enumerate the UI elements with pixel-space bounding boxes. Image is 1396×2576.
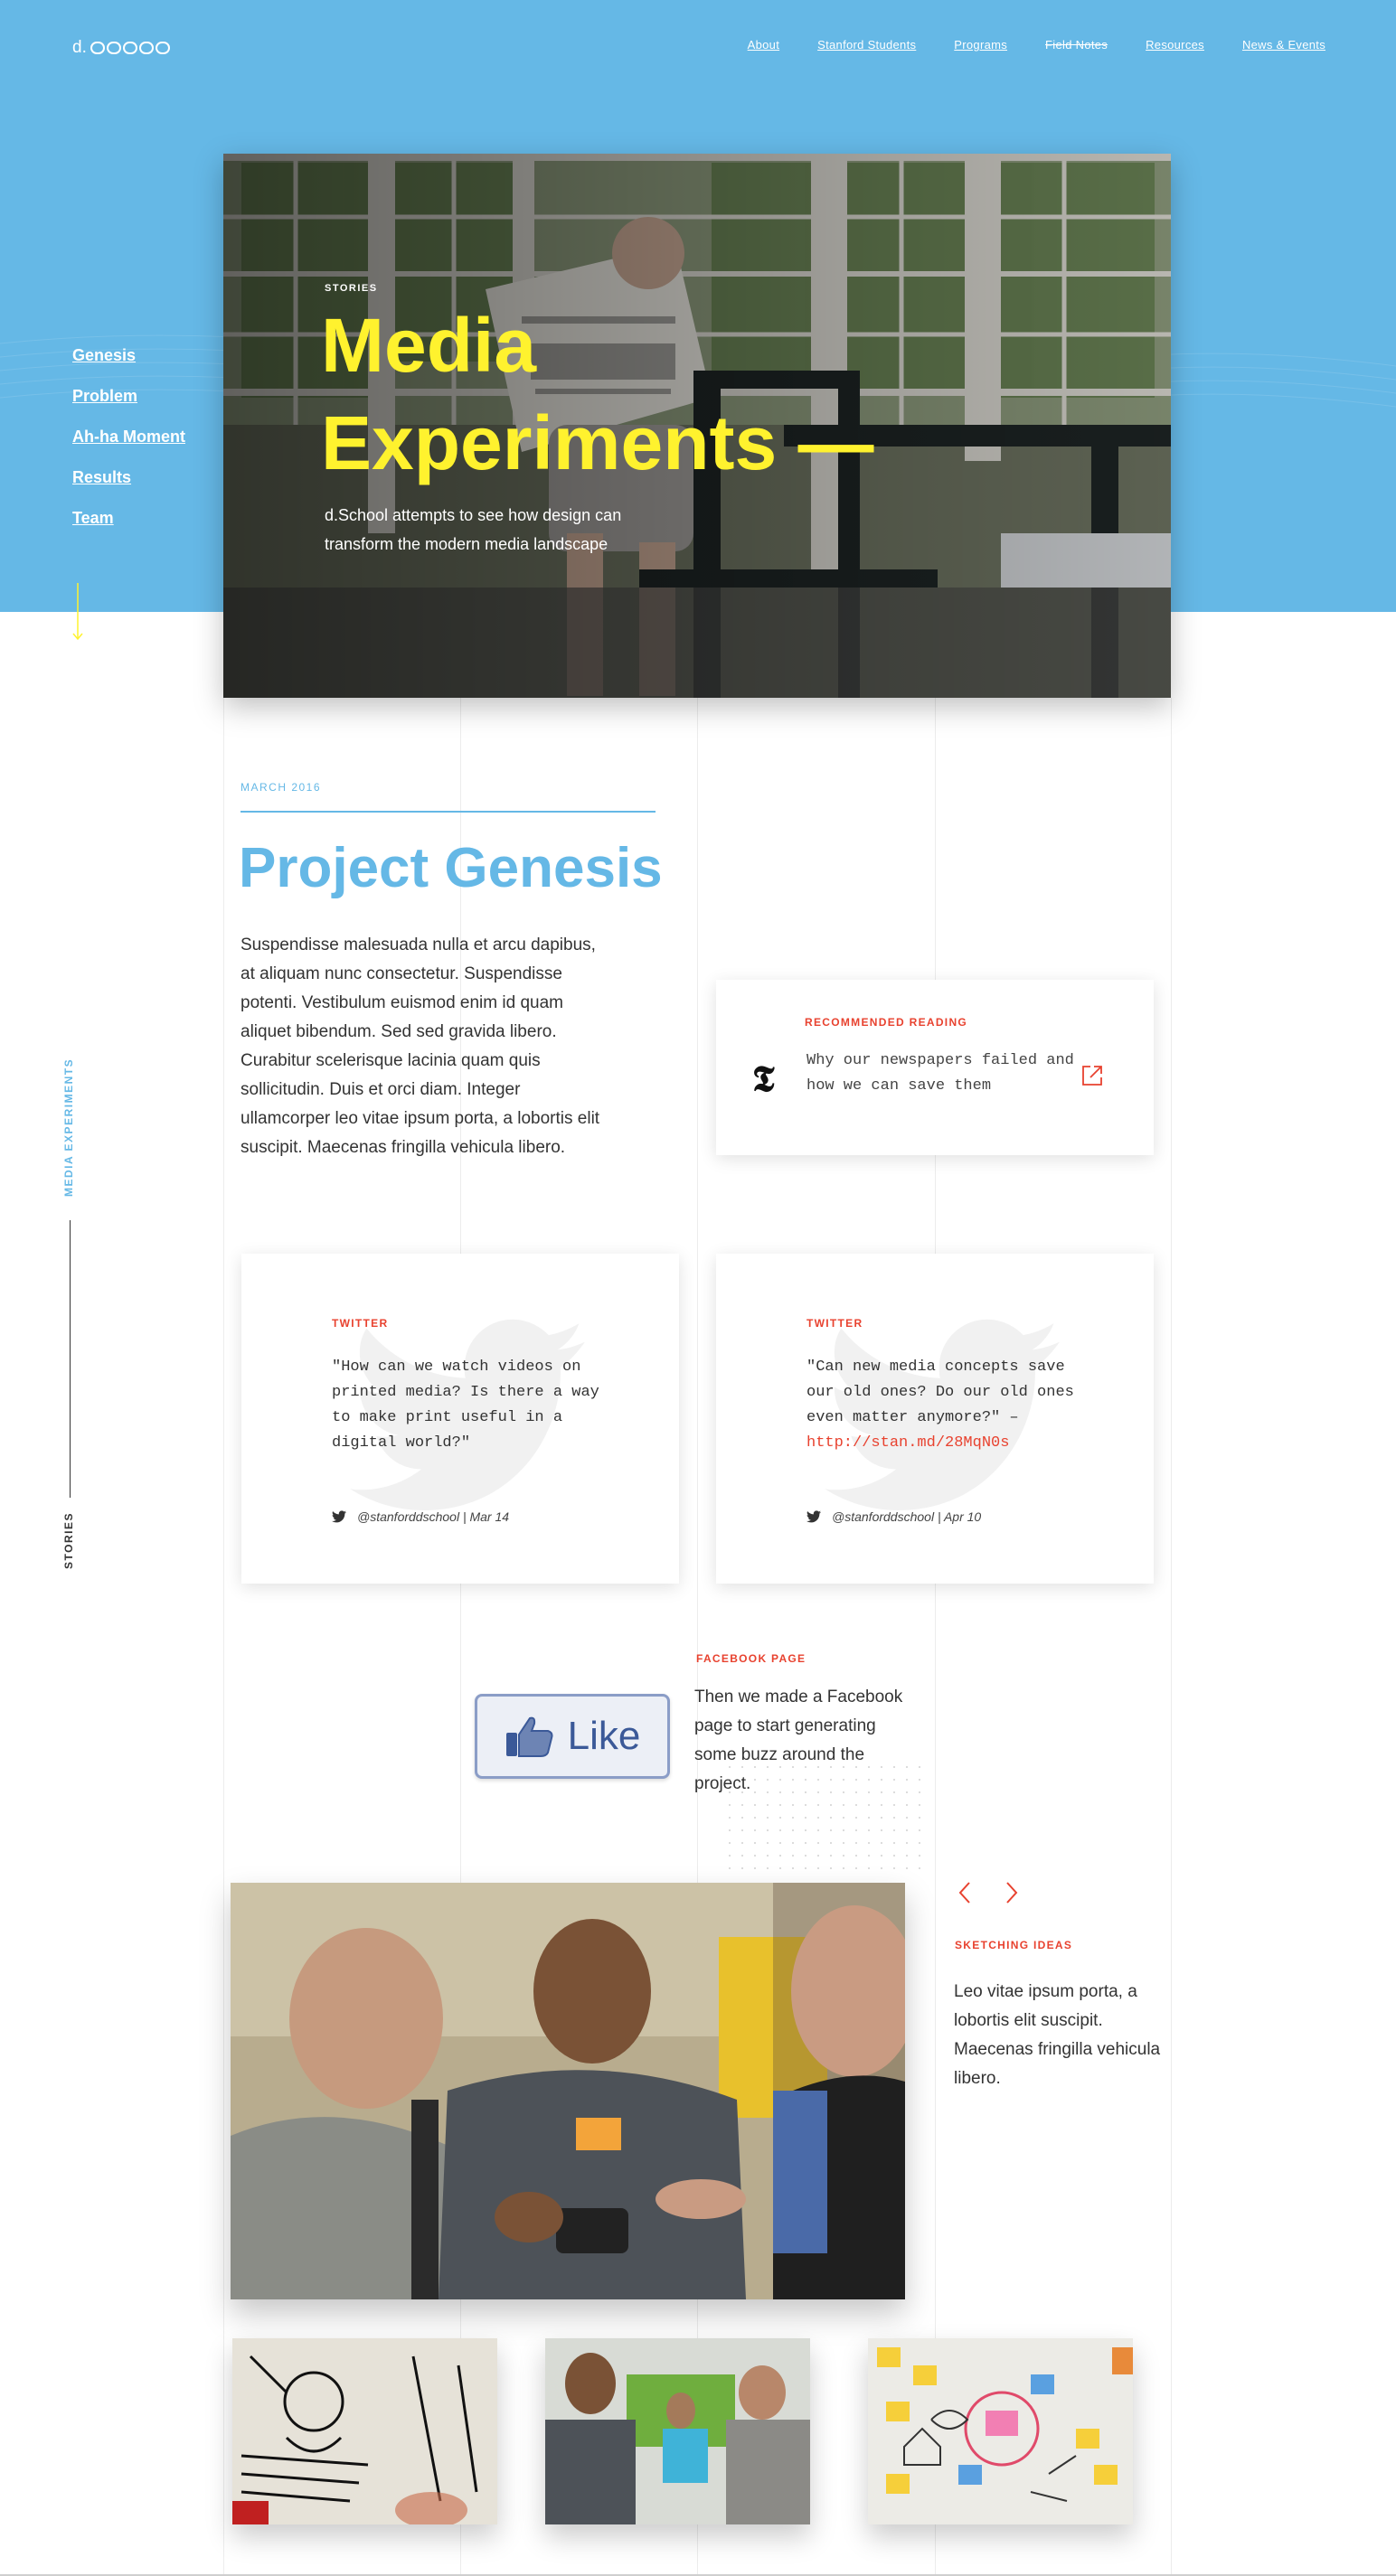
nav-link-programs[interactable]: Programs xyxy=(954,38,1007,52)
thumbnail[interactable] xyxy=(545,2338,810,2524)
article-date: MARCH 2016 xyxy=(241,781,322,794)
arrow-down-icon[interactable] xyxy=(72,583,83,641)
facebook-label: FACEBOOK PAGE xyxy=(696,1652,806,1665)
facebook-text: Then we made a Facebook page to start ge… xyxy=(694,1688,903,1793)
tweet-label: TWITTER xyxy=(332,1317,389,1330)
side-nav-team[interactable]: Team xyxy=(72,509,185,530)
logo-text: d. xyxy=(72,38,87,57)
reading-text: Why our newspapers failed and how we can… xyxy=(806,1052,1074,1095)
hero-label: STORIES xyxy=(325,283,378,294)
tweet-handle[interactable]: @stanforddschool xyxy=(357,1509,459,1524)
students-photo xyxy=(231,1883,905,2299)
thumbs-up-icon xyxy=(505,1716,553,1757)
chevron-left-icon[interactable] xyxy=(957,1880,973,1905)
recommended-reading-card[interactable]: RECOMMENDED READING 𝕿 Why our newspapers… xyxy=(716,980,1154,1155)
nav-link-stanford-students[interactable]: Stanford Students xyxy=(817,38,916,52)
vertical-category-label: STORIES xyxy=(62,1512,75,1569)
nav-link-news-events[interactable]: News & Events xyxy=(1242,38,1325,52)
tweet-card[interactable]: TWITTER "Can new media concepts save our… xyxy=(716,1254,1154,1584)
tweet-handle[interactable]: @stanforddschool xyxy=(832,1509,934,1524)
hero-title: Media Experiments — xyxy=(321,303,874,485)
nyt-logo-icon: 𝕿 xyxy=(752,1058,775,1099)
sketching-text: Leo vitae ipsum porta, a lobortis elit s… xyxy=(954,1982,1161,2088)
tweet-meta: @stanforddschool | Apr 10 xyxy=(806,1509,981,1524)
date-divider xyxy=(241,811,656,813)
thumbnail[interactable] xyxy=(868,2338,1133,2524)
section-navigation: Genesis Problem Ah-ha Moment Results Tea… xyxy=(72,346,185,550)
tweet-date: Apr 10 xyxy=(943,1509,982,1524)
hero-card: STORIES Media Experiments — d.School att… xyxy=(223,154,1171,698)
grid-line xyxy=(1171,698,1172,2576)
grid-line xyxy=(223,698,224,2576)
side-nav-results[interactable]: Results xyxy=(72,468,185,489)
side-nav-genesis[interactable]: Genesis xyxy=(72,346,185,367)
facebook-like-button[interactable]: Like xyxy=(475,1694,670,1779)
tweet-meta: @stanforddschool | Mar 14 xyxy=(332,1509,509,1524)
hero-subtitle: d.School attempts to see how design can … xyxy=(325,506,622,553)
nav-link-about[interactable]: About xyxy=(748,38,779,52)
sketch-thumbnail xyxy=(232,2338,497,2524)
nav-link-field-notes[interactable]: Field Notes xyxy=(1045,38,1108,52)
side-nav-problem[interactable]: Problem xyxy=(72,387,185,408)
tweet-text: "Can new media concepts save our old one… xyxy=(806,1359,1074,1452)
tweet-date: Mar 14 xyxy=(469,1509,510,1524)
article-title: Project Genesis xyxy=(239,837,663,899)
nav-link-resources[interactable]: Resources xyxy=(1146,38,1204,52)
tweet-card[interactable]: TWITTER "How can we watch videos on prin… xyxy=(241,1254,679,1584)
whiteboard-thumbnail xyxy=(868,2338,1133,2524)
tweet-text: "How can we watch videos on printed medi… xyxy=(332,1359,599,1452)
vertical-divider xyxy=(70,1220,71,1498)
tweet-label: TWITTER xyxy=(806,1317,863,1330)
external-link-icon[interactable] xyxy=(1080,1063,1105,1088)
side-nav-ah-ha-moment[interactable]: Ah-ha Moment xyxy=(72,428,185,448)
vertical-section-label: MEDIA EXPERIMENTS xyxy=(62,1058,75,1197)
twitter-icon xyxy=(806,1510,821,1523)
main-photo[interactable] xyxy=(231,1883,905,2299)
students-hallway-thumbnail xyxy=(545,2338,810,2524)
logo-rings xyxy=(90,42,170,54)
tweet-link[interactable]: http://stan.md/28MqN0s xyxy=(806,1434,1009,1452)
reading-label: RECOMMENDED READING xyxy=(805,1016,968,1029)
sketching-label: SKETCHING IDEAS xyxy=(955,1939,1073,1951)
top-navigation: About Stanford Students Programs Field N… xyxy=(748,38,1325,52)
like-label: Like xyxy=(567,1714,641,1758)
thumbnail[interactable] xyxy=(232,2338,497,2524)
article-body: Suspendisse malesuada nulla et arcu dapi… xyxy=(241,935,600,1157)
twitter-icon xyxy=(332,1510,346,1523)
dschool-logo[interactable]: d. xyxy=(72,38,170,58)
chevron-right-icon[interactable] xyxy=(1004,1880,1020,1905)
